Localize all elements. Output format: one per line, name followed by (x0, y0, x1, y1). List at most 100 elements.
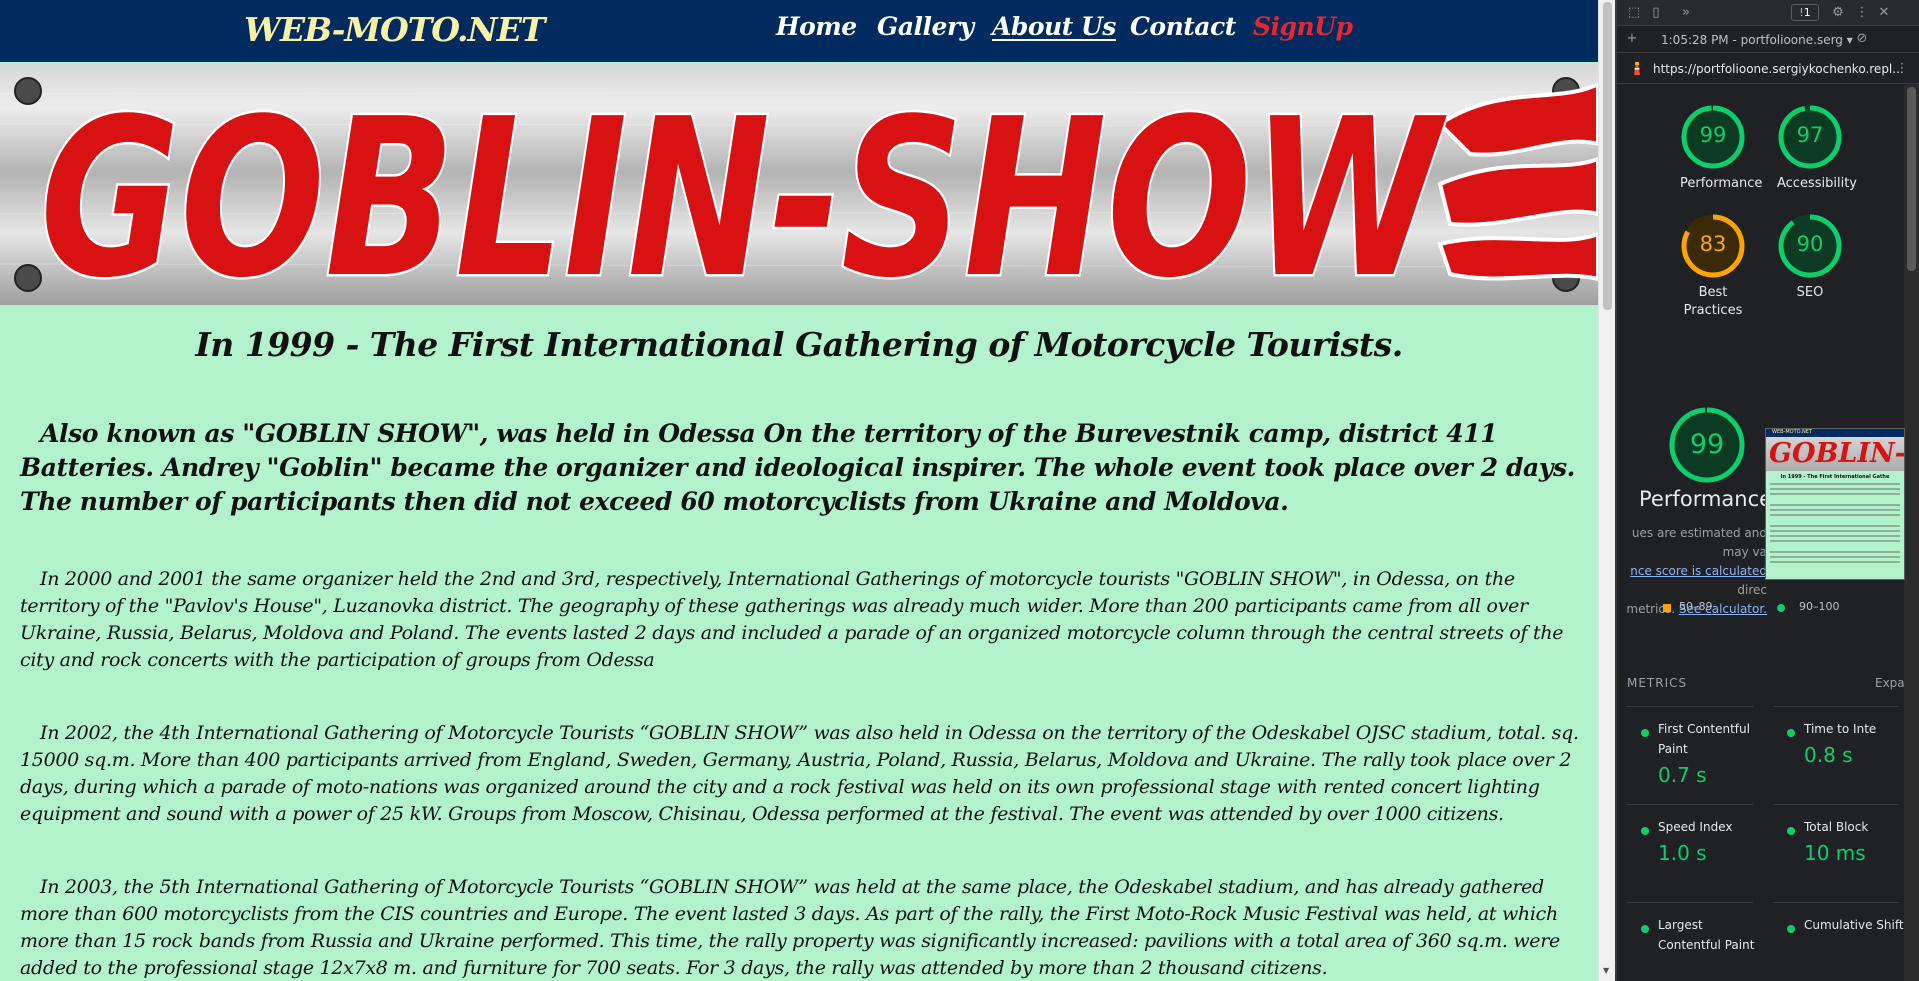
thumbnail-text-line (1770, 504, 1900, 506)
thumbnail-navbar: WEB-MOTO.NET (1766, 429, 1904, 437)
thumbnail-text-line (1770, 493, 1900, 495)
legend-label: 50–89 (1679, 600, 1713, 613)
devtools-scrollbar-thumb[interactable] (1907, 87, 1916, 271)
thumbnail-banner: GOBLIN-S (1766, 437, 1904, 471)
thumbnail-text-line (1770, 561, 1900, 563)
pass-dot-icon (1641, 925, 1649, 933)
metric-fcp: First Contentful Paint 0.7 s (1627, 706, 1753, 804)
thumbnail-text-line (1770, 509, 1900, 511)
thumbnail-text-line (1770, 540, 1900, 542)
legend-circle-icon (1777, 604, 1785, 612)
flame-graphic (1436, 81, 1598, 282)
gauge-label: Accessibility (1777, 176, 1857, 191)
device-toolbar-icon[interactable]: ▯ (1647, 4, 1665, 22)
gauge-label: SEO (1796, 285, 1824, 300)
thumbnail-text-line (1770, 483, 1900, 485)
more-tabs-icon[interactable]: » (1677, 4, 1695, 22)
gauge-score: 97 (1796, 123, 1824, 147)
pass-dot-icon (1641, 827, 1649, 835)
metrics-header: METRICS (1627, 676, 1688, 690)
gauge-performance[interactable]: 99 Performance (1680, 104, 1762, 193)
metric-tbt: Total Block 10 ms (1773, 804, 1899, 902)
pass-dot-icon (1787, 827, 1795, 835)
inspect-element-icon[interactable]: ⬚ (1625, 4, 1643, 22)
pass-dot-icon (1641, 729, 1649, 737)
close-devtools-icon[interactable]: ✕ (1875, 4, 1893, 22)
page-scrollbar-thumb[interactable] (1603, 2, 1612, 310)
gauge-best-practices[interactable]: 83 Best Practices (1680, 213, 1746, 320)
pass-dot-icon (1787, 729, 1795, 737)
page-heading: In 1999 - The First International Gather… (195, 325, 1403, 364)
devtools-scrollbar[interactable] (1904, 85, 1919, 981)
nav-gallery-link[interactable]: Gallery (877, 12, 974, 41)
metric-title: Speed Index (1658, 820, 1733, 834)
note-text: direc (1737, 583, 1767, 597)
metric-title: Cumulative Shift (1804, 918, 1904, 932)
note-text: ues are estimated and may va (1631, 526, 1767, 559)
thumbnail-text-line (1770, 488, 1900, 490)
main-score-label: Performance (1639, 487, 1773, 511)
paragraph-2003: In 2003, the 5th International Gathering… (20, 876, 1560, 979)
metric-title: Largest Contentful Paint (1658, 918, 1755, 952)
thumbnail-title: In 1999 - The First International Gathe (1780, 474, 1890, 480)
report-timestamp: 1:05:28 PM - portfolioone.serg (1661, 33, 1843, 47)
thumbnail-text-line (1770, 525, 1900, 527)
thumbnail-text-line (1770, 530, 1900, 532)
metric-title: Total Block (1804, 820, 1869, 834)
thumbnail-text-line (1770, 514, 1900, 516)
main-score: 99 (1689, 429, 1725, 460)
devtools-panel: ⬚ ▯ » !1 ⚙ ⋮ ✕ + 1:05:28 PM - portfolioo… (1617, 0, 1919, 981)
page-scrollbar[interactable]: ▲ ▼ (1598, 0, 1615, 981)
kebab-menu-icon[interactable]: ⋮ (1853, 4, 1871, 22)
lighthouse-url-bar: https://portfolioone.sergiykochenko.repl… (1617, 54, 1919, 84)
settings-gear-icon[interactable]: ⚙ (1829, 4, 1847, 22)
gauge-score: 83 (1699, 232, 1727, 256)
thumbnail-text-line (1770, 556, 1900, 558)
nav-contact-link[interactable]: Contact (1130, 12, 1236, 41)
url-menu-icon[interactable]: ⋮ (1893, 60, 1911, 78)
pass-dot-icon (1787, 925, 1795, 933)
score-legend: 50–89 90–100 (1617, 600, 1904, 620)
report-selector[interactable]: 1:05:28 PM - portfolioone.serg ▾ (1661, 33, 1853, 47)
banner-title: GOBLIN-SHOW (40, 73, 1447, 305)
nav-home-link[interactable]: Home (776, 12, 857, 41)
clear-reports-icon[interactable]: ⊘ (1853, 30, 1871, 48)
new-report-plus-icon[interactable]: + (1623, 30, 1641, 48)
warnings-badge[interactable]: !1 (1791, 4, 1819, 21)
metric-value: 0.7 s (1658, 763, 1707, 787)
nav-about-us-link[interactable]: About Us (992, 12, 1116, 41)
metric-value: 0.8 s (1804, 743, 1853, 767)
metric-cls: Cumulative Shift (1773, 902, 1904, 981)
site-brand-logo[interactable]: WEB-MOTO.NET (244, 10, 545, 49)
goblin-show-banner: GOBLIN-SHOW (0, 64, 1598, 305)
gauge-score: 99 (1699, 123, 1727, 147)
warning-count: 1 (1803, 6, 1811, 19)
metric-speed-index: Speed Index 1.0 s (1627, 804, 1753, 902)
thumbnail-text-line (1770, 535, 1900, 537)
expand-view-toggle[interactable]: Expa (1875, 676, 1905, 690)
paragraph-1999: Also known as "GOBLIN SHOW", was held in… (20, 419, 1575, 516)
metric-title: First Contentful Paint (1658, 722, 1750, 756)
page-screenshot-thumbnail[interactable]: WEB-MOTO.NET GOBLIN-S In 1999 - The Firs… (1765, 428, 1905, 580)
devtools-toolbar: ⬚ ▯ » !1 ⚙ ⋮ ✕ (1617, 0, 1919, 26)
gauge-accessibility[interactable]: 97 Accessibility (1777, 104, 1857, 193)
gauge-seo[interactable]: 90 SEO (1777, 213, 1843, 302)
legend-square-icon (1663, 604, 1671, 612)
main-performance-gauge: 99 (1667, 405, 1747, 489)
metric-tti: Time to Inte 0.8 s (1773, 706, 1899, 804)
lighthouse-report-bar: + 1:05:28 PM - portfolioone.serg ▾ ⊘ (1617, 27, 1919, 53)
gauge-label: Best Practices (1683, 285, 1743, 318)
legend-label: 90–100 (1799, 600, 1840, 613)
gauge-score: 90 (1796, 232, 1824, 256)
banner-graphic: GOBLIN-SHOW (0, 71, 1598, 305)
scroll-down-arrow-icon[interactable]: ▼ (1603, 966, 1609, 975)
thumbnail-text-line (1770, 551, 1900, 553)
site-navbar: WEB-MOTO.NET Home Gallery About Us Conta… (0, 0, 1598, 62)
audited-url: https://portfolioone.sergiykochenko.repl… (1653, 62, 1904, 76)
nav-signup-link[interactable]: SignUp (1253, 12, 1353, 41)
metric-value: 1.0 s (1658, 841, 1707, 865)
paragraph-2002: In 2002, the 4th International Gathering… (20, 722, 1579, 825)
paragraph-2000: In 2000 and 2001 the same organizer held… (20, 568, 1564, 671)
website-viewport: WEB-MOTO.NET Home Gallery About Us Conta… (0, 0, 1598, 981)
score-calculated-link[interactable]: nce score is calculated (1630, 564, 1767, 578)
